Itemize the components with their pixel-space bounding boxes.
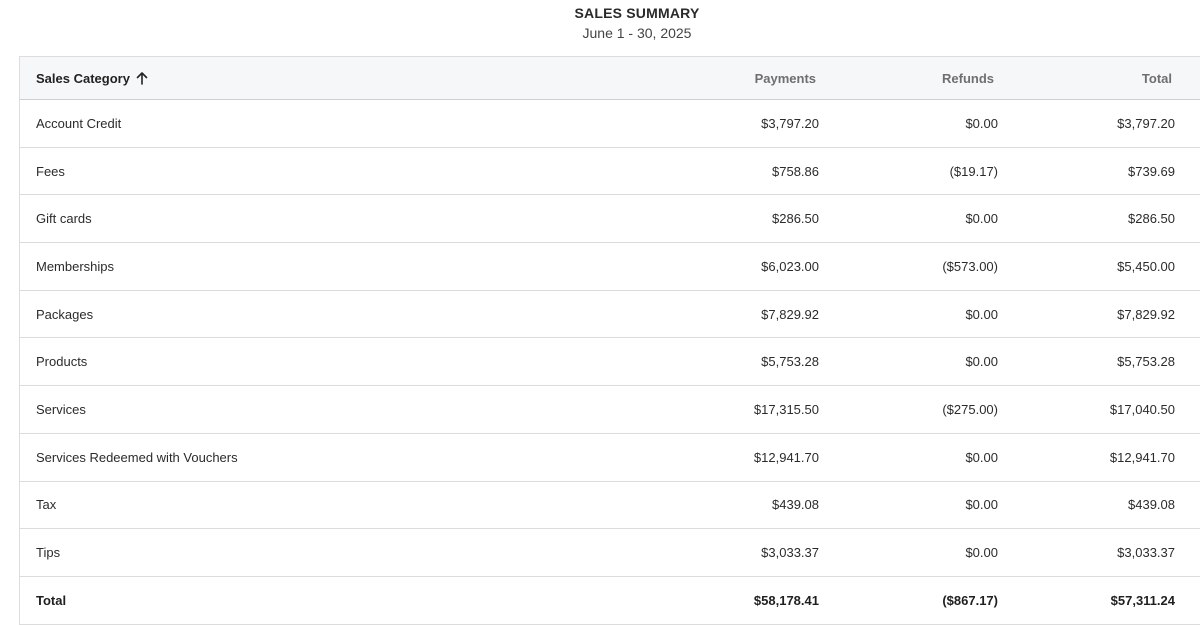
payments-cell: $5,753.28 [761,354,819,370]
category-cell: Tips [36,545,61,561]
refunds-cell: $0.00 [965,354,998,370]
category-cell: Services [36,401,86,417]
payments-cell: $439.08 [772,497,819,513]
table-row: Products $5,753.28 $0.00 $5,753.28 [20,338,1200,387]
sales-summary-table: Sales Category Payments Refunds Total Ac… [19,56,1200,625]
category-cell: Fees [36,163,65,179]
refunds-cell: $0.00 [965,211,998,227]
grand-total: $57,311.24 [1110,592,1175,608]
refunds-cell: $0.00 [965,545,998,561]
refunds-cell: ($275.00) [942,401,998,417]
category-cell: Account Credit [36,115,122,131]
payments-cell: $758.86 [772,163,819,179]
table-row: Tax $439.08 $0.00 $439.08 [20,482,1200,530]
payments-cell: $3,033.37 [761,545,819,561]
table-row: Packages $7,829.92 $0.00 $7,829.92 [20,291,1200,339]
refunds-cell: $0.00 [965,115,998,131]
table-row: Fees $758.86 ($19.17) $739.69 [20,148,1200,196]
column-header-refunds[interactable]: Refunds [942,57,994,99]
column-header-sales-category[interactable]: Sales Category [36,57,148,99]
category-cell: Packages [36,306,94,322]
table-row: Tips $3,033.37 $0.00 $3,033.37 [20,529,1200,577]
total-cell: $5,450.00 [1117,258,1175,274]
category-cell: Tax [36,497,57,513]
total-cell: $17,040.50 [1109,401,1175,417]
total-cell: $7,829.92 [1117,306,1175,322]
total-label: Total [36,592,67,608]
total-cell: $3,033.37 [1117,545,1175,561]
refunds-cell: ($19.17) [949,163,998,179]
refunds-cell: $0.00 [965,449,998,465]
report-title: SALES SUMMARY [574,5,700,21]
arrow-up-icon[interactable] [136,71,148,85]
total-cell: $3,797.20 [1117,115,1175,131]
category-cell: Memberships [36,258,115,274]
category-cell: Products [36,354,88,370]
category-cell: Services Redeemed with Vouchers [36,449,238,465]
payments-cell: $7,829.92 [761,306,819,322]
payments-cell: $3,797.20 [761,115,819,131]
column-header-payments[interactable]: Payments [755,57,816,99]
total-cell: $5,753.28 [1117,354,1175,370]
category-cell: Gift cards [36,211,92,227]
table-row: Services $17,315.50 ($275.00) $17,040.50 [20,386,1200,434]
report-header: SALES SUMMARY June 1 - 30, 2025 [0,0,1200,56]
table-row: Memberships $6,023.00 ($573.00) $5,450.0… [20,243,1200,291]
payments-cell: $12,941.70 [753,449,819,465]
total-cell: $439.08 [1128,497,1175,513]
payments-cell: $17,315.50 [753,401,819,417]
refunds-cell: $0.00 [965,306,998,322]
total-cell: $286.50 [1128,211,1175,227]
payments-cell: $286.50 [772,211,819,227]
total-payments: $58,178.41 [753,592,819,608]
report-date-range: June 1 - 30, 2025 [582,25,692,41]
table-row: Services Redeemed with Vouchers $12,941.… [20,434,1200,482]
table-header-row: Sales Category Payments Refunds Total [20,57,1200,100]
column-header-label: Sales Category [36,70,130,86]
refunds-cell: $0.00 [965,497,998,513]
total-row: Total $58,178.41 ($867.17) $57,311.24 [20,577,1200,625]
table-row: Account Credit $3,797.20 $0.00 $3,797.20 [20,100,1200,148]
payments-cell: $6,023.00 [761,258,819,274]
total-cell: $739.69 [1128,163,1175,179]
total-refunds: ($867.17) [942,592,998,608]
table-row: Gift cards $286.50 $0.00 $286.50 [20,195,1200,244]
total-cell: $12,941.70 [1109,449,1175,465]
refunds-cell: ($573.00) [942,258,998,274]
column-header-total[interactable]: Total [1142,57,1172,99]
